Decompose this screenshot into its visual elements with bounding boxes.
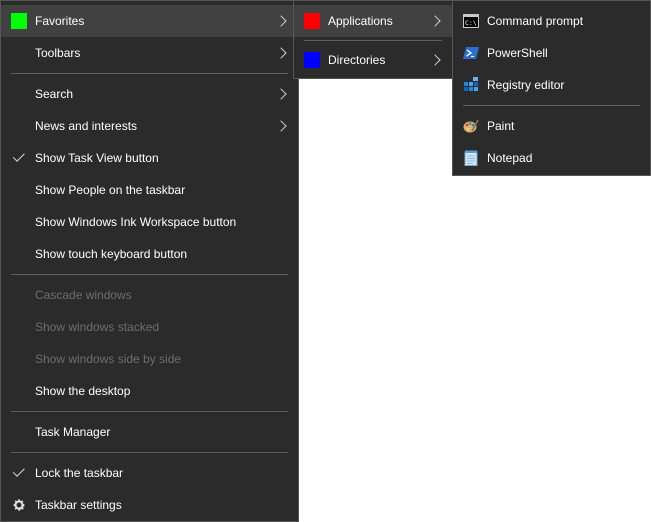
- menu-item-label: PowerShell: [487, 46, 548, 60]
- menu-item-label: Show Task View button: [35, 151, 159, 165]
- command-prompt-icon: C:\: [463, 14, 479, 28]
- menu-item-label: Task Manager: [35, 425, 111, 439]
- menu-item-task-manager[interactable]: Task Manager: [1, 416, 298, 448]
- chevron-right-icon: [275, 88, 287, 100]
- menu-item-label: Registry editor: [487, 78, 565, 92]
- menu-separator: [304, 40, 442, 41]
- taskbar-context-menu: Favorites Toolbars Search News and inter…: [0, 0, 299, 522]
- registry-editor-icon: [464, 77, 478, 91]
- menu-item-label: Directories: [328, 53, 386, 67]
- menu-item-cascade-windows: Cascade windows: [1, 279, 298, 311]
- applications-submenu: C:\ Command prompt PowerShell Registry e…: [452, 0, 651, 176]
- menu-separator: [11, 411, 288, 412]
- menu-item-label: Favorites: [35, 14, 85, 28]
- menu-item-notepad[interactable]: Notepad: [453, 142, 650, 174]
- menu-item-label: Show windows stacked: [35, 320, 160, 334]
- paint-icon: [463, 119, 479, 133]
- chevron-right-icon: [275, 47, 287, 59]
- menu-item-applications[interactable]: Applications: [294, 5, 452, 37]
- menu-item-show-ink-workspace[interactable]: Show Windows Ink Workspace button: [1, 206, 298, 238]
- menu-item-taskbar-settings[interactable]: Taskbar settings: [1, 489, 298, 521]
- menu-item-registry-editor[interactable]: Registry editor: [453, 69, 650, 101]
- chevron-right-icon: [429, 54, 441, 66]
- menu-item-label: Show the desktop: [35, 384, 131, 398]
- blue-swatch-icon: [304, 52, 320, 68]
- menu-separator: [463, 105, 640, 106]
- menu-item-show-people[interactable]: Show People on the taskbar: [1, 174, 298, 206]
- menu-item-label: Show People on the taskbar: [35, 183, 186, 197]
- menu-item-label: Notepad: [487, 151, 533, 165]
- menu-item-paint[interactable]: Paint: [453, 110, 650, 142]
- menu-item-label: Search: [35, 87, 74, 101]
- menu-item-windows-stacked: Show windows stacked: [1, 311, 298, 343]
- menu-item-show-desktop[interactable]: Show the desktop: [1, 375, 298, 407]
- menu-item-news-and-interests[interactable]: News and interests: [1, 110, 298, 142]
- menu-item-label: Show Windows Ink Workspace button: [35, 215, 237, 229]
- menu-item-label: Taskbar settings: [35, 498, 122, 512]
- menu-item-label: Command prompt: [487, 14, 584, 28]
- menu-item-favorites[interactable]: Favorites: [1, 5, 298, 37]
- powershell-icon: [463, 47, 479, 59]
- favorites-submenu: Applications Directories: [293, 0, 453, 79]
- chevron-right-icon: [429, 15, 441, 27]
- menu-item-windows-side-by-side: Show windows side by side: [1, 343, 298, 375]
- menu-item-powershell[interactable]: PowerShell: [453, 37, 650, 69]
- menu-separator: [11, 452, 288, 453]
- gear-icon: [13, 499, 25, 511]
- menu-item-label: Applications: [328, 14, 393, 28]
- menu-item-toolbars[interactable]: Toolbars: [1, 37, 298, 69]
- menu-separator: [11, 274, 288, 275]
- menu-item-label: Lock the taskbar: [35, 466, 124, 480]
- menu-item-command-prompt[interactable]: C:\ Command prompt: [453, 5, 650, 37]
- menu-separator: [11, 73, 288, 74]
- red-swatch-icon: [304, 13, 320, 29]
- menu-item-lock-taskbar[interactable]: Lock the taskbar: [1, 457, 298, 489]
- menu-item-label: Show touch keyboard button: [35, 247, 188, 261]
- menu-item-label: News and interests: [35, 119, 138, 133]
- chevron-right-icon: [275, 15, 287, 27]
- green-swatch-icon: [11, 13, 27, 29]
- chevron-right-icon: [275, 120, 287, 132]
- menu-item-label: Show windows side by side: [35, 352, 182, 366]
- checkmark-icon: [12, 464, 25, 477]
- menu-item-label: Toolbars: [35, 46, 81, 60]
- menu-item-show-task-view[interactable]: Show Task View button: [1, 142, 298, 174]
- menu-item-directories[interactable]: Directories: [294, 44, 452, 76]
- notepad-icon: [464, 150, 478, 166]
- checkmark-icon: [12, 149, 25, 162]
- menu-item-search[interactable]: Search: [1, 78, 298, 110]
- menu-item-label: Cascade windows: [35, 288, 132, 302]
- svg-text:C:\: C:\: [465, 19, 477, 27]
- menu-item-show-touch-keyboard[interactable]: Show touch keyboard button: [1, 238, 298, 270]
- menu-item-label: Paint: [487, 119, 515, 133]
